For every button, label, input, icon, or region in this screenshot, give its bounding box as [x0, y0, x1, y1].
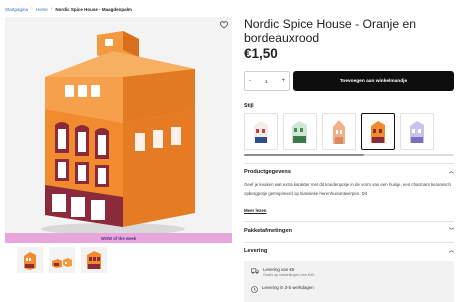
favorite-button[interactable]: [220, 21, 228, 29]
style-thumbnail: [333, 119, 345, 144]
style-option-lilac[interactable]: [400, 113, 434, 150]
product-description: Geef je keuken wat extra karakter met di…: [244, 182, 451, 196]
clock-icon: [251, 286, 258, 293]
read-more-link[interactable]: Meer lezen: [244, 208, 266, 213]
heart-icon: [220, 21, 228, 29]
breadcrumb: Startpagina › Home › Nordic Spice House …: [5, 5, 132, 13]
thumbnail-image: [87, 251, 101, 269]
quantity-value[interactable]: 1: [265, 79, 268, 84]
delivery-free-note: Gratis op bestellingen van €40: [263, 273, 315, 277]
accordion-delivery[interactable]: Levering ︿: [244, 246, 454, 255]
product-title: Nordic Spice House - Oranje en bordeauxr…: [244, 17, 417, 45]
product-page: Startpagina › Home › Nordic Spice House …: [0, 0, 475, 302]
quantity-increase-button[interactable]: +: [281, 78, 285, 84]
product-main-image[interactable]: [5, 17, 232, 243]
style-thumbnail: [292, 120, 307, 143]
quantity-stepper: - 1 +: [244, 71, 290, 91]
thumbnail-3[interactable]: [81, 247, 107, 273]
thumbnail-list: [17, 247, 107, 273]
breadcrumb-current: Nordic Spice House - Maagdenpalm: [55, 6, 132, 12]
delivery-cost-row: Levering van €6 Gratis op bestellingen v…: [251, 267, 314, 278]
style-thumbnail: [371, 120, 385, 143]
thumbnail-image: [52, 258, 72, 268]
chevron-down-icon: ﹀: [448, 228, 454, 234]
accordion-package-dimensions[interactable]: Pakketafmetingen ﹀: [244, 226, 454, 235]
thumbnail-1[interactable]: [17, 247, 43, 273]
accordion-title: Pakketafmetingen: [244, 227, 292, 234]
accordion-title: Productgegevens: [244, 168, 291, 175]
style-option-orange-burgundy[interactable]: [361, 113, 395, 150]
quantity-decrease-button[interactable]: -: [249, 78, 251, 84]
chevron-right-icon: ›: [50, 6, 53, 12]
divider: [244, 242, 454, 243]
thumbnail-image: [24, 252, 36, 270]
delivery-time-row: Levering in 3-5 werkdagen: [251, 285, 314, 293]
style-options-scrollbar[interactable]: [244, 154, 454, 156]
chevron-up-icon: ︿: [448, 248, 454, 254]
style-label: Stijl: [244, 103, 254, 109]
style-options: [244, 113, 434, 150]
add-to-cart-button[interactable]: Toevoegen aan winkelmandje: [293, 71, 454, 91]
promo-badge: WOW of the week: [5, 233, 232, 243]
truck-icon: [251, 268, 259, 274]
divider: [244, 221, 454, 222]
accordion-product-details[interactable]: Productgegevens ︿: [244, 167, 454, 176]
delivery-info: Levering van €6 Gratis op bestellingen v…: [244, 261, 454, 302]
chevron-up-icon: ︿: [448, 169, 454, 175]
style-thumbnail: [410, 120, 424, 143]
breadcrumb-category-link[interactable]: Home: [36, 7, 48, 12]
chevron-right-icon: ›: [31, 6, 33, 12]
delivery-time: Levering in 3-5 werkdagen: [262, 285, 314, 290]
style-thumbnail: [254, 120, 268, 143]
style-option-green[interactable]: [283, 113, 317, 150]
thumbnail-2[interactable]: [49, 247, 75, 273]
product-price: €1,50: [244, 46, 278, 61]
product-image: [41, 31, 195, 235]
scrollbar-thumb[interactable]: [244, 154, 364, 156]
style-option-white-blue[interactable]: [244, 113, 278, 150]
style-option-peach[interactable]: [322, 113, 356, 150]
breadcrumb-home-link[interactable]: Startpagina: [5, 7, 28, 12]
divider: [244, 163, 454, 164]
accordion-title: Levering: [244, 247, 268, 254]
